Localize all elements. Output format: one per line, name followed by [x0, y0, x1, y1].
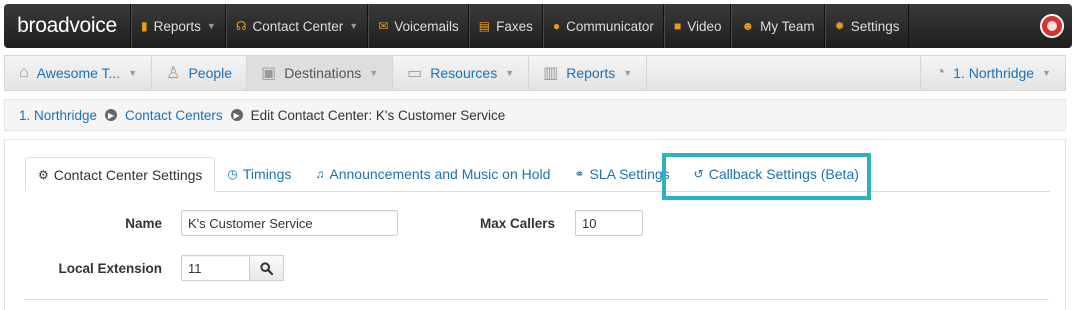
- caret-down-icon: ▼: [505, 68, 515, 78]
- handshake-icon: ⚭: [574, 167, 585, 181]
- brand-logo[interactable]: broadvoice: [4, 4, 131, 48]
- tab-label: Callback Settings (Beta): [708, 166, 859, 182]
- topnav-item-voicemails[interactable]: ✉ Voicemails: [368, 4, 469, 48]
- caret-down-icon: ▼: [623, 68, 633, 78]
- topnav-item-video[interactable]: ■ Video: [663, 4, 732, 48]
- gear-icon: ✹: [834, 19, 845, 33]
- report-icon: ▥: [543, 65, 559, 82]
- globe-icon: ◔: [935, 64, 946, 81]
- top-nav-menu: ▮ Reports ▼ ☊ Contact Center ▼ ✉ Voicema…: [131, 4, 910, 48]
- undo-icon: ↺: [693, 167, 704, 181]
- subnav-item-destinations[interactable]: ▣ Destinations ▼: [247, 56, 394, 90]
- tab-callback-settings[interactable]: ↺ Callback Settings (Beta): [682, 157, 871, 191]
- bar-chart-icon: ▮: [141, 19, 148, 33]
- topnav-label: Contact Center: [252, 18, 344, 34]
- subnav-label: Destinations: [284, 65, 362, 81]
- topnav-item-faxes[interactable]: ▤ Faxes: [468, 4, 543, 48]
- home-icon: ⌂: [19, 64, 29, 81]
- tab-announcements[interactable]: ♫ Announcements and Music on Hold: [303, 157, 562, 191]
- subnav-item-home[interactable]: ⌂ Awesome T... ▼: [5, 56, 153, 90]
- subnav-item-reports[interactable]: ▥ Reports ▼: [529, 56, 648, 90]
- music-note-icon: ♫: [315, 167, 325, 181]
- tab-label: SLA Settings: [589, 166, 670, 182]
- top-navbar: broadvoice ▮ Reports ▼ ☊ Contact Center …: [4, 4, 1072, 48]
- topnav-label: Settings: [850, 18, 900, 34]
- settings-tabs: ⚙ Contact Center Settings ◷ Timings ♫ An…: [25, 157, 1050, 192]
- clock-icon: ◷: [227, 167, 238, 181]
- extension-search-button[interactable]: [250, 255, 284, 281]
- tab-sla-settings[interactable]: ⚭ SLA Settings: [562, 157, 681, 191]
- caret-down-icon: ▼: [128, 68, 138, 78]
- search-icon: [260, 261, 273, 275]
- breadcrumb-link-contact-centers[interactable]: Contact Centers: [125, 108, 223, 123]
- people-icon: ♙: [166, 65, 181, 82]
- topnav-item-contact-center[interactable]: ☊ Contact Center ▼: [225, 4, 369, 48]
- chat-icon: ●: [552, 19, 561, 33]
- breadcrumb-current: Edit Contact Center: K's Customer Servic…: [250, 107, 506, 123]
- caret-down-icon: ▼: [1042, 68, 1051, 78]
- subnav-label: Reports: [566, 65, 616, 81]
- video-camera-icon: ■: [673, 19, 682, 33]
- cogs-icon: ⚙: [38, 167, 49, 182]
- max-callers-label: Max Callers: [479, 216, 555, 231]
- tab-label: Timings: [242, 166, 292, 182]
- local-extension-label: Local Extension: [58, 261, 162, 276]
- topnav-label: Voicemails: [394, 18, 459, 34]
- tab-label: Contact Center Settings: [53, 166, 203, 183]
- destinations-icon: ▣: [261, 65, 277, 82]
- caret-down-icon: ▼: [369, 68, 379, 78]
- account-logo-icon[interactable]: [1040, 14, 1064, 38]
- subnav-label: People: [188, 65, 233, 81]
- name-input[interactable]: [181, 210, 398, 236]
- subnav-item-resources[interactable]: ▭ Resources ▼: [393, 56, 530, 90]
- headset-icon: ☊: [235, 19, 247, 33]
- tab-contact-center-settings[interactable]: ⚙ Contact Center Settings: [25, 157, 216, 192]
- caret-down-icon: ▼: [349, 21, 359, 31]
- form-divider: [24, 299, 1049, 300]
- tab-timings[interactable]: ◷ Timings: [215, 157, 303, 191]
- topnav-label: Faxes: [496, 18, 533, 34]
- topnav-label: My Team: [760, 18, 815, 34]
- envelope-icon: ✉: [378, 19, 389, 33]
- chevron-right-icon: ▶: [105, 109, 118, 121]
- subnav-item-people[interactable]: ♙ People: [152, 56, 248, 90]
- breadcrumb-link-location[interactable]: 1. Northridge: [19, 108, 97, 123]
- breadcrumb: 1. Northridge ▶ Contact Centers ▶ Edit C…: [4, 99, 1066, 131]
- name-label: Name: [125, 216, 162, 231]
- subnav-label: Resources: [430, 65, 498, 81]
- fax-icon: ▤: [478, 19, 491, 33]
- caret-down-icon: ▼: [206, 21, 216, 31]
- topnav-label: Communicator: [566, 18, 654, 34]
- topnav-item-my-team[interactable]: ☻ My Team: [731, 4, 825, 48]
- tab-label: Announcements and Music on Hold: [329, 166, 551, 182]
- secondary-navbar: ⌂ Awesome T... ▼ ♙ People ▣ Destinations…: [4, 55, 1066, 91]
- topnav-item-reports[interactable]: ▮ Reports ▼: [131, 4, 226, 48]
- topnav-label: Reports: [153, 18, 201, 34]
- location-label: 1. Northridge: [953, 65, 1035, 81]
- topnav-item-communicator[interactable]: ● Communicator: [542, 4, 664, 48]
- resources-icon: ▭: [407, 65, 423, 82]
- chevron-right-icon: ▶: [230, 109, 243, 121]
- topnav-label: Video: [687, 18, 722, 34]
- location-selector[interactable]: ◔ 1. Northridge ▼: [920, 56, 1065, 90]
- max-callers-input[interactable]: [575, 210, 643, 236]
- subnav-label: Awesome T...: [36, 65, 121, 81]
- topnav-item-settings[interactable]: ✹ Settings: [824, 4, 910, 48]
- local-extension-input[interactable]: [181, 255, 250, 281]
- team-icon: ☻: [741, 19, 755, 33]
